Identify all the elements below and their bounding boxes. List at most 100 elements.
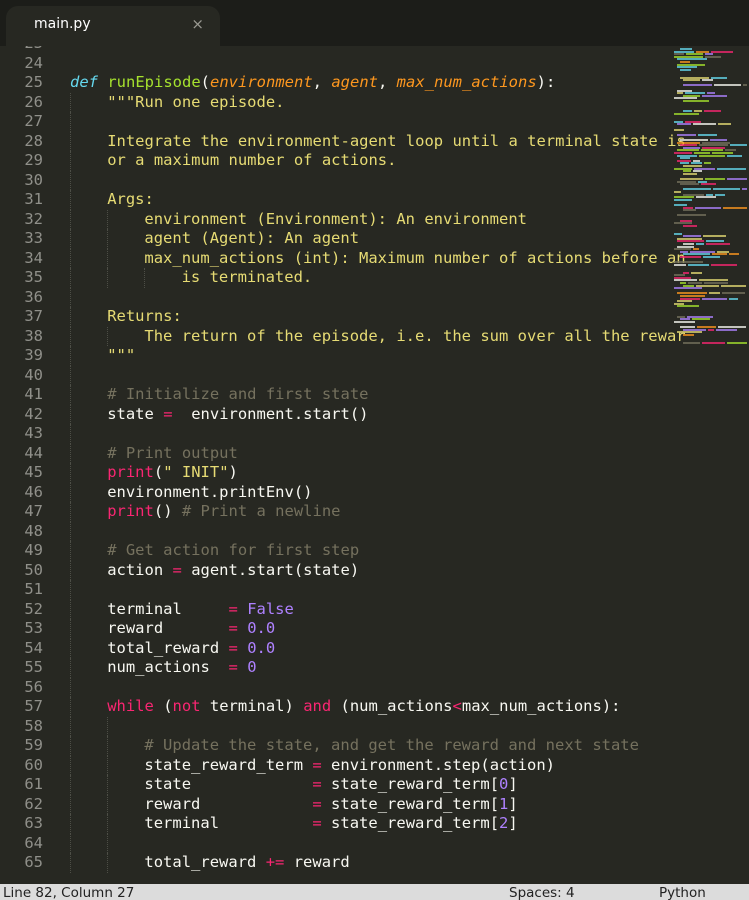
code-line: 45 print(" INIT") (0, 463, 238, 483)
indent-guide (70, 775, 72, 795)
minimap-mark (683, 172, 698, 175)
code-line: 58 (0, 716, 109, 736)
indent-guide (70, 697, 72, 717)
tab-main-py[interactable]: main.py × (6, 6, 220, 46)
code-line: 65 total_reward += reward (0, 853, 350, 873)
code-token: ( (200, 73, 210, 91)
line-number: 43 (24, 424, 43, 442)
cursor-position: Line 82, Column 27 (3, 885, 135, 900)
line-number: 29 (24, 151, 43, 169)
indent-guide (70, 716, 72, 736)
indent-guide (70, 385, 72, 405)
line-number: 31 (24, 190, 43, 208)
indent-guide (70, 853, 72, 873)
minimap-mark (720, 284, 746, 287)
code-token: """Run one episode. (107, 92, 285, 111)
indent-guide (70, 170, 72, 190)
indent-guide (70, 424, 72, 444)
code-token: def (70, 73, 98, 91)
indent-guide (70, 677, 72, 697)
code-editor[interactable]: 232425def runEpisode(environment, agent,… (0, 46, 749, 884)
minimap-mark (674, 263, 686, 266)
code-line: 43 (0, 424, 71, 444)
indentation-setting[interactable]: Spaces: 4 (509, 885, 575, 900)
code-token: state_reward_term[ (321, 775, 500, 793)
minimap-mark (718, 123, 731, 126)
code-token: while (107, 697, 154, 715)
code-token: = (312, 794, 322, 813)
minimap-mark (693, 123, 717, 126)
minimap-mark (683, 224, 698, 227)
code-line: 48 (0, 521, 71, 541)
code-token: = (172, 560, 182, 579)
code-text: terminal = False (107, 600, 294, 620)
code-text: """ (107, 346, 135, 366)
code-token: or a maximum number of actions. (107, 151, 397, 169)
indent-guide (70, 736, 72, 756)
code-line: 59 # Update the state, and get the reward… (0, 736, 639, 756)
minimap-mark (727, 178, 747, 180)
indent-guide (70, 755, 72, 775)
code-token: Returns: (107, 307, 182, 325)
syntax-selector[interactable]: Python (659, 885, 706, 900)
line-number: 30 (24, 170, 43, 189)
minimap-mark (683, 79, 700, 82)
code-lines: 232425def runEpisode(environment, agent,… (0, 46, 686, 873)
minimap-mark (713, 188, 740, 191)
minimap-mark (687, 263, 709, 266)
code-token: print (107, 463, 154, 481)
code-token: agent (331, 73, 378, 91)
code-token: reward (107, 619, 229, 637)
code-line: 39 """ (0, 346, 135, 366)
line-number: 33 (24, 229, 43, 247)
close-icon[interactable]: × (191, 15, 204, 33)
code-text: max_num_actions (int): Maximum number of… (144, 249, 685, 269)
code-line: 26 """Run one episode. (0, 92, 285, 112)
code-line: 29 or a maximum number of actions. (0, 151, 396, 171)
code-token: 2 (499, 814, 509, 832)
code-text: reward = 0.0 (107, 619, 275, 639)
code-token: """ (107, 346, 136, 364)
indent-guide (70, 463, 72, 483)
code-text: is terminated. (182, 268, 313, 288)
line-number: 38 (24, 326, 43, 345)
minimap-mark (674, 191, 682, 193)
code-text: print() # Print a newline (107, 502, 340, 522)
code-token: # Get action for first step (107, 541, 360, 559)
indent-guide (107, 775, 109, 795)
code-token: runEpisode (98, 73, 201, 91)
line-number: 56 (24, 677, 43, 696)
indent-guide (70, 287, 72, 307)
indent-guide (70, 92, 72, 112)
code-text: state = state_reward_term[0] (144, 775, 517, 795)
code-line: 64 (0, 833, 109, 853)
minimap-mark (677, 123, 692, 126)
code-token: = (228, 599, 238, 618)
code-text: total_reward = 0.0 (107, 639, 275, 659)
line-number: 59 (24, 736, 43, 754)
code-token: # Print a newline (181, 502, 341, 520)
code-token: ] (508, 775, 518, 793)
minimap-mark (723, 206, 747, 209)
line-number: 32 (24, 209, 43, 228)
minimap-mark (703, 235, 726, 238)
indent-guide (70, 229, 72, 249)
indent-guide (107, 814, 109, 834)
code-line: 54 total_reward = 0.0 (0, 638, 275, 658)
code-line: 63 terminal = state_reward_term[2] (0, 814, 518, 834)
code-token: The return of the episode, i.e. the sum … (144, 326, 686, 345)
code-line: 33 agent (Agent): An agent (0, 229, 359, 249)
code-text: Args: (107, 190, 154, 210)
code-token: 0 (237, 658, 257, 676)
minimap-mark (716, 328, 738, 331)
code-text: # Get action for first step (107, 541, 359, 561)
code-text: state_reward_term = environment.step(act… (144, 756, 555, 776)
code-token: 0.0 (237, 619, 276, 637)
code-line: 41 # Initialize and first state (0, 385, 368, 405)
code-text: The return of the episode, i.e. the sum … (144, 327, 685, 347)
indent-guide (107, 209, 109, 229)
line-number: 65 (24, 853, 43, 871)
line-number: 49 (24, 541, 43, 559)
line-number: 34 (24, 248, 43, 267)
minimap[interactable] (672, 46, 749, 884)
